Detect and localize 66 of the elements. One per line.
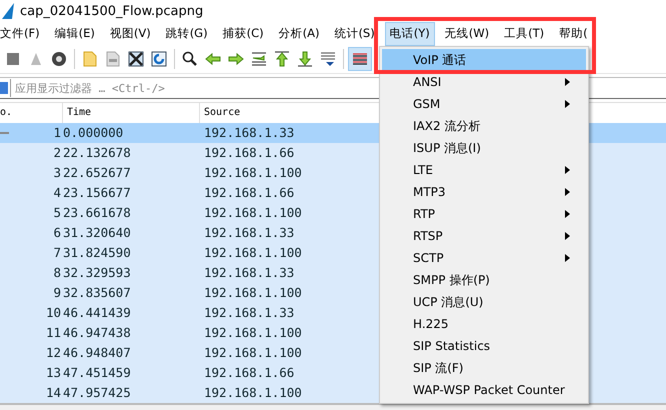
menu-item[interactable]: 跳转(G) bbox=[160, 22, 213, 46]
table-cell-text: 31.824590 bbox=[63, 244, 132, 262]
table-cell-text: 9 bbox=[52, 284, 62, 302]
table-cell-text: 22.132678 bbox=[63, 144, 132, 162]
table-cell-text: 192.168.1.100 bbox=[203, 204, 302, 222]
menu-item[interactable]: 帮助( bbox=[554, 22, 593, 46]
table-cell-text: 11 bbox=[44, 324, 62, 342]
table-cell-text: 23.661678 bbox=[63, 204, 132, 222]
menu-item[interactable]: 统计(S) bbox=[329, 22, 380, 46]
table-cell-text: 7 bbox=[52, 244, 62, 262]
table-cell-text: 23.156677 bbox=[63, 184, 132, 202]
menu-item-label: MTP3 bbox=[413, 185, 446, 199]
table-cell-text: 192.168.1.100 bbox=[203, 344, 302, 362]
table-cell-text: 192.168.1.100 bbox=[203, 384, 302, 402]
table-cell-text: 192.168.1.66 bbox=[203, 144, 294, 162]
table-cell-text: 46.947438 bbox=[63, 324, 132, 342]
table-cell-text: 47.451459 bbox=[63, 364, 132, 382]
table-cell-text: 22.652677 bbox=[63, 164, 132, 182]
table-cell-text: 47.957425 bbox=[63, 384, 132, 402]
table-cell-text: 192.168.1.100 bbox=[203, 324, 302, 342]
table-cell-text: 192.168.1.100 bbox=[203, 284, 302, 302]
table-cell-text: 192.168.1.33 bbox=[203, 264, 294, 282]
table-cell-text: 192.168.1.33 bbox=[203, 304, 294, 322]
menu-item[interactable]: VoIP 通话 bbox=[382, 49, 586, 71]
table-cell-text: 32.329593 bbox=[63, 264, 132, 282]
table-cell-text: 192.168.1.33 bbox=[203, 224, 294, 242]
menu-item-label: RTP bbox=[413, 207, 436, 221]
table-cell-text: 4 bbox=[52, 184, 62, 202]
window-title: cap_02041500_Flow.pcapng bbox=[20, 4, 204, 18]
table-cell-text: 46.948407 bbox=[63, 344, 132, 362]
table-cell-text: 12 bbox=[44, 344, 62, 362]
table-cell-text: 8 bbox=[52, 264, 62, 282]
table-cell-text: 192.168.1.100 bbox=[203, 164, 302, 182]
table-cell-text: 192.168.1.100 bbox=[203, 244, 302, 262]
menu-item[interactable]: 工具(T) bbox=[499, 22, 550, 46]
menu-item[interactable]: 编辑(E) bbox=[50, 22, 100, 46]
menu-item-label: LTE bbox=[413, 163, 433, 177]
menu-item[interactable]: MTP3 bbox=[382, 181, 586, 203]
menu-item-label: VoIP 通话 bbox=[413, 52, 466, 68]
menu-item-label: WAP-WSP Packet Counter bbox=[413, 383, 565, 397]
menu-item[interactable]: RTP bbox=[382, 203, 586, 225]
table-cell-text: 32.835607 bbox=[63, 284, 132, 302]
table-cell-text: 46.441439 bbox=[63, 304, 132, 322]
table-cell-text: 13 bbox=[44, 364, 62, 382]
menu-item[interactable]: 分析(A) bbox=[274, 22, 324, 46]
table-cell-text: 192.168.1.33 bbox=[203, 124, 294, 142]
table-cell-text: 14 bbox=[44, 384, 62, 402]
table-cell-text: 192.168.1.66 bbox=[203, 364, 294, 382]
table-cell-text: 6 bbox=[52, 224, 62, 242]
table-cell-text: 1 bbox=[52, 124, 62, 142]
menu-item-label: GSM bbox=[413, 97, 440, 111]
table-cell-text: 0.000000 bbox=[63, 124, 124, 142]
menu-item[interactable]: 电话(Y) bbox=[384, 22, 435, 46]
table-cell-text: 3 bbox=[52, 164, 62, 182]
menu-item-label: SCTP bbox=[413, 251, 444, 265]
menu-item[interactable]: 文件(F) bbox=[0, 22, 45, 46]
table-cell-text: 10 bbox=[44, 304, 62, 322]
table-cell-text: 5 bbox=[52, 204, 62, 222]
menu-item[interactable]: 捕获(C) bbox=[218, 22, 269, 46]
menu-item-label: RTSP bbox=[413, 229, 443, 243]
table-cell-text: 192.168.1.66 bbox=[203, 184, 294, 202]
table-cell-text: 31.320640 bbox=[63, 224, 132, 242]
menu-item[interactable]: 无线(W) bbox=[440, 22, 494, 46]
column-header[interactable]: Source bbox=[200, 103, 370, 123]
table-cell-text: 2 bbox=[52, 144, 62, 162]
menu-item[interactable]: 视图(V) bbox=[104, 22, 156, 46]
